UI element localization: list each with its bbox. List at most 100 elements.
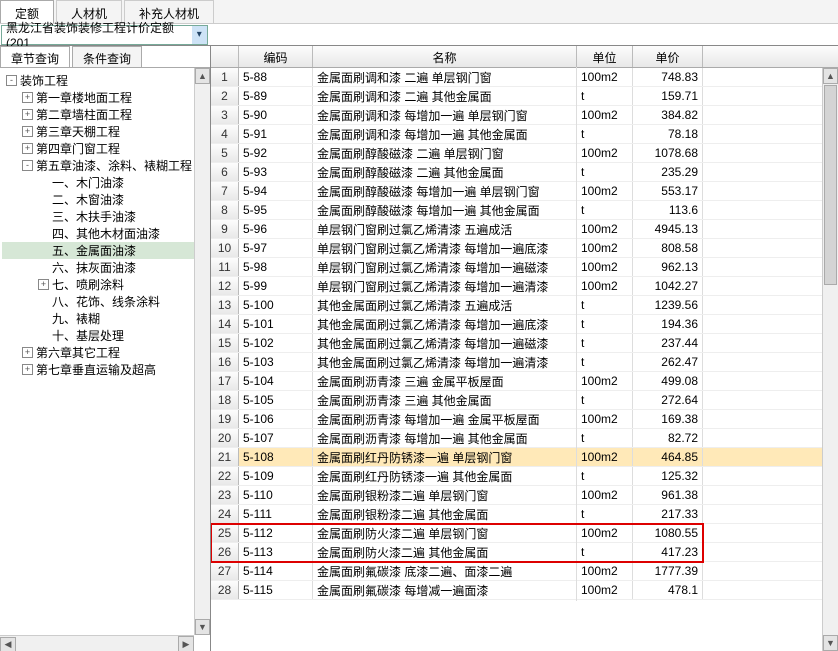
tree-item[interactable]: +第七章垂直运输及超高	[2, 361, 208, 378]
tree-item[interactable]: +第六章其它工程	[2, 344, 208, 361]
table-row[interactable]: 65-93金属面刷醇酸磁漆 二遍 其他金属面t235.29	[211, 163, 838, 182]
table-row[interactable]: 135-100其他金属面刷过氯乙烯清漆 五遍成活t1239.56	[211, 296, 838, 315]
cell-n: 12	[211, 277, 239, 295]
cell-name: 金属面刷银粉漆二遍 单层钢门窗	[313, 485, 577, 506]
cell-code: 5-98	[239, 258, 313, 276]
collapse-icon[interactable]: -	[22, 160, 33, 171]
expand-icon[interactable]: +	[22, 364, 33, 375]
cell-unit: t	[577, 296, 633, 314]
col-head-name[interactable]: 名称	[313, 46, 577, 67]
grid-vscrollbar[interactable]: ▲ ▼	[822, 68, 838, 651]
expand-icon[interactable]: +	[22, 92, 33, 103]
scroll-down-icon[interactable]: ▼	[195, 619, 210, 635]
expand-icon[interactable]: +	[22, 109, 33, 120]
tree-item[interactable]: 四、其他木材面油漆	[2, 225, 208, 242]
quota-select[interactable]: 黑龙江省装饰装修工程计价定额(201 ▾	[1, 25, 208, 45]
tree-item[interactable]: 五、金属面油漆	[2, 242, 208, 259]
tree-item[interactable]: 六、抹灰面油漆	[2, 259, 208, 276]
tree-item[interactable]: -装饰工程	[2, 72, 208, 89]
tree-item[interactable]: +第三章天棚工程	[2, 123, 208, 140]
chapter-tree[interactable]: -装饰工程+第一章楼地面工程+第二章墙柱面工程+第三章天棚工程+第四章门窗工程-…	[0, 68, 210, 651]
tree-item[interactable]: +第一章楼地面工程	[2, 89, 208, 106]
table-row[interactable]: 235-110金属面刷银粉漆二遍 单层钢门窗100m2961.38	[211, 486, 838, 505]
collapse-icon[interactable]: -	[6, 75, 17, 86]
cell-price: 235.29	[633, 163, 703, 181]
tab-condition-query[interactable]: 条件查询	[72, 46, 142, 67]
table-row[interactable]: 285-115金属面刷氟碳漆 每增减一遍面漆100m2478.1	[211, 581, 838, 600]
tree-item[interactable]: -第五章油漆、涂料、裱糊工程	[2, 157, 208, 174]
cell-unit: t	[577, 315, 633, 333]
table-row[interactable]: 275-114金属面刷氟碳漆 底漆二遍、面漆二遍100m21777.39	[211, 562, 838, 581]
table-row[interactable]: 45-91金属面刷调和漆 每增加一遍 其他金属面t78.18	[211, 125, 838, 144]
table-row[interactable]: 15-88金属面刷调和漆 二遍 单层钢门窗100m2748.83	[211, 68, 838, 87]
cell-code: 5-104	[239, 372, 313, 390]
tree-item[interactable]: +第二章墙柱面工程	[2, 106, 208, 123]
table-row[interactable]: 115-98单层钢门窗刷过氯乙烯清漆 每增加一遍磁漆100m2962.13	[211, 258, 838, 277]
cell-code: 5-107	[239, 429, 313, 447]
table-row[interactable]: 95-96单层钢门窗刷过氯乙烯清漆 五遍成活100m24945.13	[211, 220, 838, 239]
tree-item[interactable]: +第四章门窗工程	[2, 140, 208, 157]
col-head-unit[interactable]: 单位	[577, 46, 633, 67]
tree-item[interactable]: 二、木窗油漆	[2, 191, 208, 208]
cell-price: 262.47	[633, 353, 703, 371]
table-row[interactable]: 105-97单层钢门窗刷过氯乙烯清漆 每增加一遍底漆100m2808.58	[211, 239, 838, 258]
expand-icon[interactable]: +	[22, 143, 33, 154]
tree-vscrollbar[interactable]: ▲▼	[194, 68, 210, 635]
tree-item-label: 十、基层处理	[52, 327, 124, 344]
tree-item-label: 第一章楼地面工程	[36, 89, 132, 106]
tab-chapter-query[interactable]: 章节查询	[0, 46, 70, 67]
table-row[interactable]: 225-109金属面刷红丹防锈漆一遍 其他金属面t125.32	[211, 467, 838, 486]
col-head-code[interactable]: 编码	[239, 46, 313, 67]
expand-icon[interactable]: +	[22, 126, 33, 137]
table-row[interactable]: 125-99单层钢门窗刷过氯乙烯清漆 每增加一遍清漆100m21042.27	[211, 277, 838, 296]
table-row[interactable]: 185-105金属面刷沥青漆 三遍 其他金属面t272.64	[211, 391, 838, 410]
tree-item[interactable]: 十、基层处理	[2, 327, 208, 344]
table-row[interactable]: 265-113金属面刷防火漆二遍 其他金属面t417.23	[211, 543, 838, 562]
cell-unit: 100m2	[577, 144, 633, 162]
tree-item[interactable]: 八、花饰、线条涂料	[2, 293, 208, 310]
expand-icon[interactable]: +	[22, 347, 33, 358]
table-row[interactable]: 165-103其他金属面刷过氯乙烯清漆 每增加一遍清漆t262.47	[211, 353, 838, 372]
cell-n: 22	[211, 467, 239, 485]
cell-unit: t	[577, 467, 633, 485]
scroll-down-icon[interactable]: ▼	[823, 635, 838, 651]
cell-n: 4	[211, 125, 239, 143]
cell-name: 金属面刷调和漆 每增加一遍 单层钢门窗	[313, 105, 577, 126]
col-head-price[interactable]: 单价	[633, 46, 703, 67]
table-row[interactable]: 145-101其他金属面刷过氯乙烯清漆 每增加一遍底漆t194.36	[211, 315, 838, 334]
scroll-right-icon[interactable]: ▶	[178, 636, 194, 651]
table-row[interactable]: 175-104金属面刷沥青漆 三遍 金属平板屋面100m2499.08	[211, 372, 838, 391]
table-row[interactable]: 205-107金属面刷沥青漆 每增加一遍 其他金属面t82.72	[211, 429, 838, 448]
tree-item[interactable]: 一、木门油漆	[2, 174, 208, 191]
expand-icon[interactable]: +	[38, 279, 49, 290]
scroll-left-icon[interactable]: ◀	[0, 637, 16, 651]
table-row[interactable]: 195-106金属面刷沥青漆 每增加一遍 金属平板屋面100m2169.38	[211, 410, 838, 429]
scroll-up-icon[interactable]: ▲	[195, 68, 210, 84]
cell-n: 6	[211, 163, 239, 181]
table-row[interactable]: 25-89金属面刷调和漆 二遍 其他金属面t159.71	[211, 87, 838, 106]
cell-code: 5-97	[239, 239, 313, 257]
table-row[interactable]: 215-108金属面刷红丹防锈漆一遍 单层钢门窗100m2464.85	[211, 448, 838, 467]
cell-code: 5-93	[239, 163, 313, 181]
table-row[interactable]: 245-111金属面刷银粉漆二遍 其他金属面t217.33	[211, 505, 838, 524]
tree-item-label: 一、木门油漆	[52, 174, 124, 191]
tree-item[interactable]: +七、喷刷涂料	[2, 276, 208, 293]
table-row[interactable]: 155-102其他金属面刷过氯乙烯清漆 每增加一遍磁漆t237.44	[211, 334, 838, 353]
cell-n: 20	[211, 429, 239, 447]
table-row[interactable]: 75-94金属面刷醇酸磁漆 每增加一遍 单层钢门窗100m2553.17	[211, 182, 838, 201]
cell-price: 113.6	[633, 201, 703, 219]
tree-hscrollbar[interactable]: ◀▶	[0, 635, 194, 651]
table-row[interactable]: 35-90金属面刷调和漆 每增加一遍 单层钢门窗100m2384.82	[211, 106, 838, 125]
tree-item[interactable]: 九、裱糊	[2, 310, 208, 327]
cell-price: 217.33	[633, 505, 703, 523]
table-row[interactable]: 55-92金属面刷醇酸磁漆 二遍 单层钢门窗100m21078.68	[211, 144, 838, 163]
cell-n: 1	[211, 68, 239, 86]
cell-code: 5-94	[239, 182, 313, 200]
scroll-up-icon[interactable]: ▲	[823, 68, 838, 84]
col-head-num[interactable]	[211, 46, 239, 67]
table-row[interactable]: 255-112金属面刷防火漆二遍 单层钢门窗100m21080.55	[211, 524, 838, 543]
scroll-thumb[interactable]	[824, 85, 837, 285]
table-row[interactable]: 85-95金属面刷醇酸磁漆 每增加一遍 其他金属面t113.6	[211, 201, 838, 220]
tree-item[interactable]: 三、木扶手油漆	[2, 208, 208, 225]
cell-code: 5-96	[239, 220, 313, 238]
